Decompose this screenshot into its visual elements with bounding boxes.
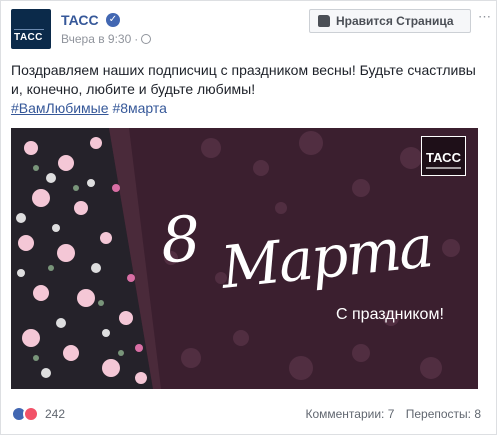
post-timestamp[interactable]: Вчера в 9:30 — [61, 32, 131, 46]
hashtag-link[interactable]: #ВамЛюбимые — [11, 100, 109, 116]
tass-logo-text: ТАСС — [426, 150, 461, 165]
globe-icon — [141, 34, 152, 44]
tass-logo-subline — [426, 167, 461, 169]
image-title-number: 8 — [158, 201, 203, 278]
post-stats: Комментарии: 7 Перепосты: 8 — [297, 407, 481, 421]
post-text-line2: и, конечно, любите и будьте любимы! — [11, 81, 256, 97]
shares-count[interactable]: Перепосты: 8 — [406, 407, 481, 421]
hashtags: #ВамЛюбимые #8марта — [11, 99, 491, 118]
more-options-icon[interactable]: ⋯ — [478, 10, 492, 25]
post-image[interactable]: ТАСС 8 Марта С праздником! — [11, 128, 478, 389]
verified-badge-icon: ✓ — [106, 13, 120, 27]
tass-logo: ТАСС — [421, 136, 466, 176]
avatar-line — [14, 29, 44, 30]
like-page-button[interactable]: Нравится Страница — [309, 9, 471, 33]
post-footer: 242 Комментарии: 7 Перепосты: 8 — [11, 401, 491, 425]
post-meta: Вчера в 9:30 · — [61, 32, 152, 46]
avatar-text: ТАСС — [14, 32, 43, 43]
like-page-label: Нравится Страница — [336, 14, 454, 28]
hashtag-link[interactable]: #8марта — [112, 100, 167, 116]
love-reaction-icon[interactable] — [23, 406, 39, 422]
comments-count[interactable]: Комментарии: 7 — [305, 407, 394, 421]
post-text: Поздравляем наших подписчиц с праздником… — [11, 61, 491, 118]
post-card: ТАСС ТАСС ✓ Вчера в 9:30 · Нравится Стран… — [0, 0, 497, 435]
page-name-link[interactable]: ТАСС — [61, 12, 99, 28]
post-header: ТАСС ТАСС ✓ Вчера в 9:30 · Нравится Стран… — [11, 9, 491, 51]
reactions-count[interactable]: 242 — [45, 407, 65, 421]
image-subtitle: С праздником! — [336, 306, 444, 323]
page-avatar[interactable]: ТАСС — [11, 9, 51, 49]
post-text-line1: Поздравляем наших подписчиц с праздником… — [11, 62, 476, 78]
thumbs-up-icon — [318, 15, 330, 27]
